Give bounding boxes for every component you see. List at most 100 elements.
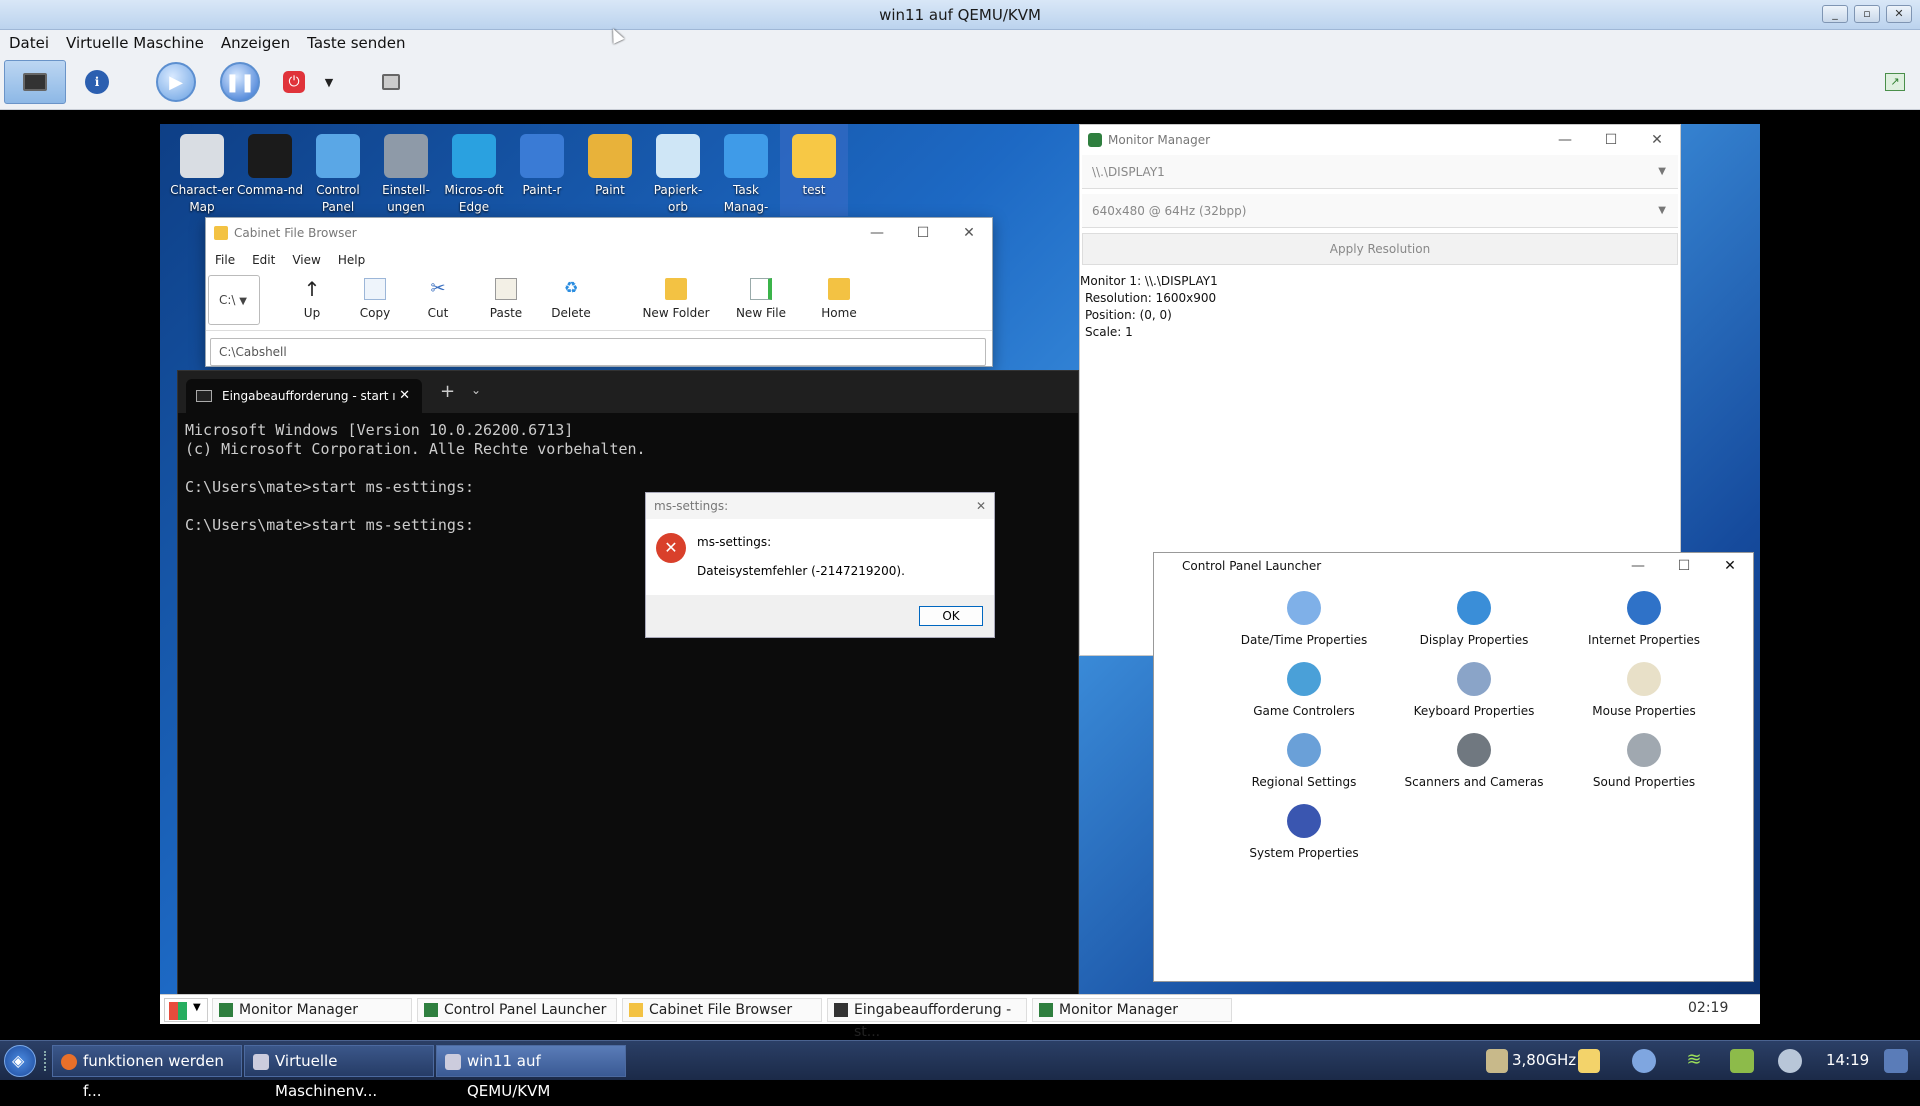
console-view-button[interactable]: [4, 60, 66, 104]
home-button[interactable]: Home: [814, 278, 864, 320]
cpl-item[interactable]: Keyboard Properties: [1394, 662, 1554, 718]
maximize-button[interactable]: ☐: [1661, 553, 1707, 579]
cpl-item[interactable]: Game Controlers: [1224, 662, 1384, 718]
desktop-icon[interactable]: Einstell-ungen: [372, 134, 440, 216]
task-label: funktionen werden f...: [83, 1052, 224, 1100]
cut-label: Cut: [427, 306, 449, 320]
shutdown-menu-button[interactable]: ▼: [318, 60, 340, 104]
ok-button[interactable]: OK: [919, 606, 983, 626]
minimize-button[interactable]: —: [1615, 553, 1661, 579]
maximize-button[interactable]: ▫: [1854, 5, 1880, 23]
start-grid-icon: [169, 1002, 187, 1020]
snapshots-button[interactable]: [378, 60, 404, 104]
cpl-item[interactable]: Internet Properties: [1564, 591, 1724, 647]
mode-select[interactable]: 640x480 @ 64Hz (32bpp) ▼: [1082, 194, 1678, 228]
desktop-icon[interactable]: Papierk-orb: [644, 134, 712, 216]
desktop-icon[interactable]: Charact-er Map: [168, 134, 236, 216]
cpl-item-label: Regional Settings: [1251, 775, 1357, 789]
menu-datei[interactable]: Datei: [0, 30, 57, 52]
pause-button[interactable]: ❚❚: [218, 60, 262, 104]
cut-button[interactable]: ✂ Cut: [418, 278, 458, 320]
desktop-icon-label: Control Panel: [316, 183, 360, 214]
apply-resolution-button[interactable]: Apply Resolution: [1082, 233, 1678, 265]
close-button[interactable]: ✕: [1886, 5, 1912, 23]
host-toolbar: i ▶ ❚❚ ⏻ ▼ ↗: [0, 55, 1920, 110]
menu-virtuelle-maschine[interactable]: Virtuelle Maschine: [57, 30, 212, 52]
fullscreen-button[interactable]: ↗: [1882, 60, 1908, 104]
cpl-item[interactable]: Sound Properties: [1564, 733, 1724, 789]
up-button[interactable]: ↑ Up: [292, 278, 332, 320]
terminal-line: Microsoft Windows [Version 10.0.26200.67…: [185, 421, 574, 439]
clipboard-icon: [495, 278, 517, 300]
run-button[interactable]: ▶: [154, 60, 198, 104]
desktop-icon[interactable]: Paint: [576, 134, 644, 199]
guest-task-button[interactable]: Eingabeaufforderung - st...: [827, 998, 1027, 1040]
start-button[interactable]: ▼: [164, 998, 208, 1022]
desktop-icon[interactable]: Paint-r: [508, 134, 576, 199]
path-input[interactable]: C:\Cabshell: [210, 338, 986, 366]
files-icon[interactable]: [1578, 1049, 1600, 1073]
minimize-button[interactable]: —: [854, 218, 900, 248]
cpl-item[interactable]: Display Properties: [1394, 591, 1554, 647]
menu-help[interactable]: Help: [329, 248, 373, 267]
display-select[interactable]: \\.\DISPLAY1 ▼: [1082, 155, 1678, 189]
desktop-icon[interactable]: Task Manag-: [712, 134, 780, 216]
paste-button[interactable]: Paste: [484, 278, 528, 320]
task-label: Eingabeaufforderung - st...: [854, 1002, 1012, 1040]
host-task-firefox[interactable]: funktionen werden f...: [52, 1045, 242, 1100]
desktop-icon[interactable]: Micros-oft Edge: [440, 134, 508, 216]
minimize-button[interactable]: —: [1542, 125, 1588, 155]
close-button[interactable]: ✕: [1707, 553, 1753, 579]
control-panel-icon: [316, 134, 360, 178]
desktop-icon[interactable]: test: [780, 124, 848, 216]
desktop-icon[interactable]: Comma-nd: [236, 134, 304, 199]
minimize-button[interactable]: _: [1822, 5, 1848, 23]
copy-button[interactable]: Copy: [350, 278, 400, 320]
guest-task-button[interactable]: Control Panel Launcher: [417, 998, 617, 1022]
user-icon[interactable]: [1884, 1049, 1908, 1073]
cpl-item-icon: [1287, 804, 1321, 838]
shutdown-button[interactable]: ⏻: [280, 60, 308, 104]
maximize-button[interactable]: ☐: [900, 218, 946, 248]
menu-view[interactable]: View: [283, 248, 328, 267]
wifi-icon[interactable]: ≋: [1682, 1049, 1706, 1073]
battery-icon[interactable]: [1730, 1049, 1754, 1073]
cpl-item[interactable]: System Properties: [1224, 804, 1384, 860]
close-button[interactable]: ✕: [946, 218, 992, 248]
details-button[interactable]: i: [80, 60, 114, 104]
close-tab-icon[interactable]: ✕: [399, 379, 410, 413]
host-task-virt-manager[interactable]: Virtuelle Maschinenv...: [244, 1045, 434, 1100]
close-button[interactable]: ✕: [976, 493, 986, 519]
copy-label: Copy: [359, 306, 391, 320]
new-file-button[interactable]: New File: [731, 278, 791, 320]
menu-edit[interactable]: Edit: [243, 248, 283, 267]
cpu-freq-icon: [1486, 1049, 1508, 1073]
network-globe-icon[interactable]: [1778, 1049, 1802, 1073]
delete-label: Delete: [551, 306, 591, 320]
menu-file[interactable]: File: [206, 248, 243, 267]
new-tab-button[interactable]: +: [440, 381, 455, 402]
cpl-item[interactable]: Mouse Properties: [1564, 662, 1724, 718]
guest-task-button[interactable]: Monitor Manager: [212, 998, 412, 1022]
close-button[interactable]: ✕: [1634, 125, 1680, 155]
desktop-icon[interactable]: Control Panel: [304, 134, 372, 216]
cpl-item[interactable]: Date/Time Properties: [1224, 591, 1384, 647]
menu-anzeigen[interactable]: Anzeigen: [212, 30, 298, 52]
maximize-button[interactable]: ☐: [1588, 125, 1634, 155]
menu-taste-senden[interactable]: Taste senden: [298, 30, 413, 52]
delete-button[interactable]: ♻ Delete: [548, 278, 594, 320]
guest-task-button[interactable]: Monitor Manager: [1032, 998, 1232, 1022]
start-menu-button[interactable]: ◈: [4, 1045, 36, 1077]
clock-applet-icon[interactable]: [1632, 1049, 1656, 1073]
cpl-item-icon: [1287, 591, 1321, 625]
host-task-vm-console[interactable]: win11 auf QEMU/KVM: [436, 1045, 626, 1100]
cpl-item[interactable]: Regional Settings: [1224, 733, 1384, 789]
terminal-tab[interactable]: Eingabeaufforderung - start ı ✕: [186, 379, 422, 413]
guest-task-button[interactable]: Cabinet File Browser: [622, 998, 822, 1022]
cpl-item[interactable]: Scanners and Cameras: [1394, 733, 1554, 789]
tab-dropdown-button[interactable]: ⌄: [471, 383, 481, 397]
new-file-label: New File: [735, 306, 787, 320]
drive-select[interactable]: C:\ ▼: [208, 275, 260, 325]
task-manager-icon: [724, 134, 768, 178]
new-folder-button[interactable]: New Folder: [636, 278, 716, 320]
